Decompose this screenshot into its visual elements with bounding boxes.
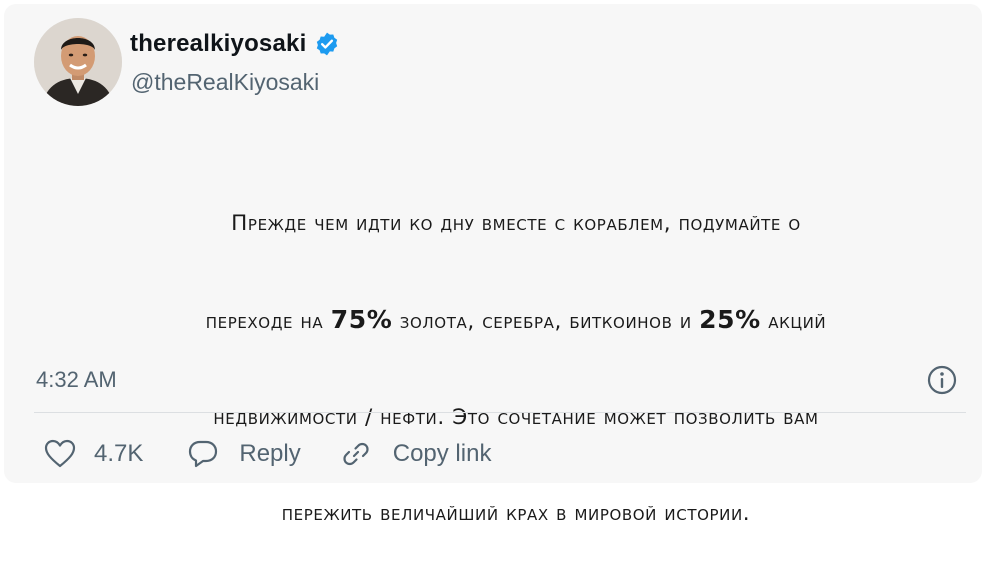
- verified-badge-icon: [314, 31, 340, 57]
- tweet-card: therealkiyosaki @theRealKiyosaki Прежде …: [4, 4, 982, 526]
- reply-button[interactable]: Reply: [187, 439, 301, 469]
- author-display-name[interactable]: therealkiyosaki: [130, 30, 306, 58]
- like-count: 4.7K: [94, 440, 144, 467]
- tweet-text-emphasis: 25%: [699, 305, 761, 334]
- reply-label: Reply: [239, 440, 301, 467]
- copy-link-button[interactable]: Copy link: [341, 439, 492, 469]
- tweet-text-segment: золота, серебра, биткоинов и: [392, 309, 700, 334]
- tweet-text-segment: акций: [760, 309, 827, 334]
- tweet-text: Прежде чем идти ко дну вместе с кораблем…: [44, 152, 987, 586]
- tweet-text-segment: переходе на: [205, 309, 331, 334]
- tweet-timestamp[interactable]: 4:32 AM: [36, 367, 117, 393]
- action-bar: 4.7K Reply Copy link: [44, 434, 491, 474]
- link-icon: [341, 439, 371, 469]
- like-button[interactable]: 4.7K: [44, 439, 143, 469]
- tweet-text-line: Прежде чем идти ко дну вместе с кораблем…: [231, 211, 801, 236]
- tweet-text-line: пережить величайший крах в мировой истор…: [281, 501, 751, 526]
- tweet-text-line: переходе на 75% золота, серебра, биткоин…: [44, 296, 987, 346]
- divider: [34, 412, 966, 413]
- author-row: therealkiyosaki: [130, 30, 340, 58]
- speech-bubble-icon: [187, 439, 219, 469]
- heart-icon: [44, 439, 76, 469]
- avatar[interactable]: [34, 18, 122, 106]
- copy-link-label: Copy link: [392, 440, 492, 467]
- author-handle[interactable]: @theRealKiyosaki: [131, 69, 319, 96]
- info-icon[interactable]: [926, 364, 958, 396]
- tweet-text-emphasis: 75%: [330, 305, 393, 334]
